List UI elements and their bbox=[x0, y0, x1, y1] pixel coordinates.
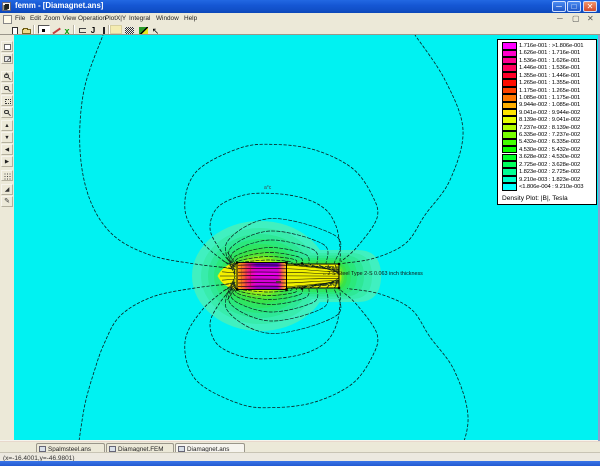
svg-text:←2-S Steel Type 2-S 0.063 inch: ←2-S Steel Type 2-S 0.063 inch thickness bbox=[322, 271, 423, 277]
svg-text:a°c: a°c bbox=[264, 185, 272, 191]
